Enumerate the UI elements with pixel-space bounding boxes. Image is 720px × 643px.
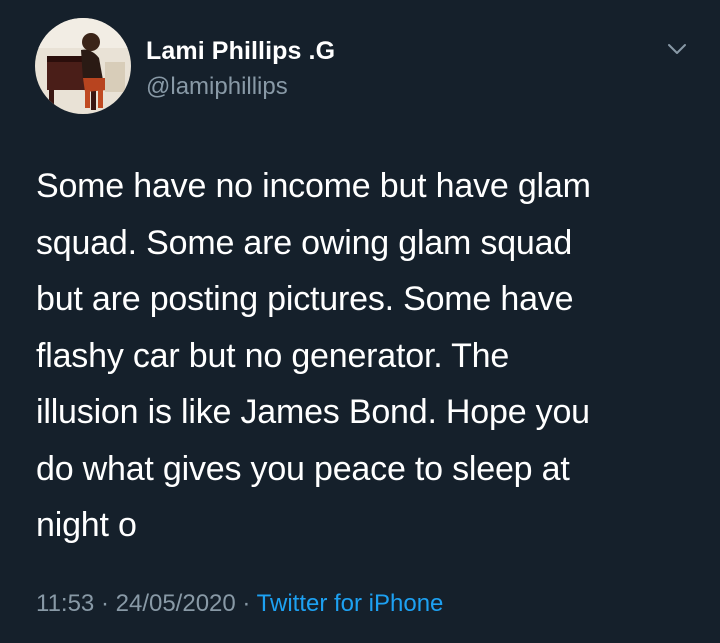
avatar-photo (35, 18, 131, 114)
user-handle[interactable]: @lamiphillips (146, 73, 288, 101)
tweet-source-link[interactable]: Twitter for iPhone (257, 590, 444, 617)
tweet-card: Lami Phillips .G @lamiphillips Some have… (0, 0, 720, 643)
tweet-date[interactable]: 24/05/2020 (116, 590, 236, 617)
tweet-text: Some have no income but have glam squad.… (36, 167, 591, 544)
tweet-meta: 11:53 · 24/05/2020 · Twitter for iPhone (36, 590, 443, 618)
separator-dot: · (100, 590, 109, 617)
avatar[interactable] (35, 18, 131, 114)
chevron-down-icon[interactable] (664, 36, 690, 62)
separator-dot: · (242, 590, 251, 617)
tweet-time[interactable]: 11:53 (36, 590, 94, 617)
display-name[interactable]: Lami Phillips .G (146, 37, 335, 66)
